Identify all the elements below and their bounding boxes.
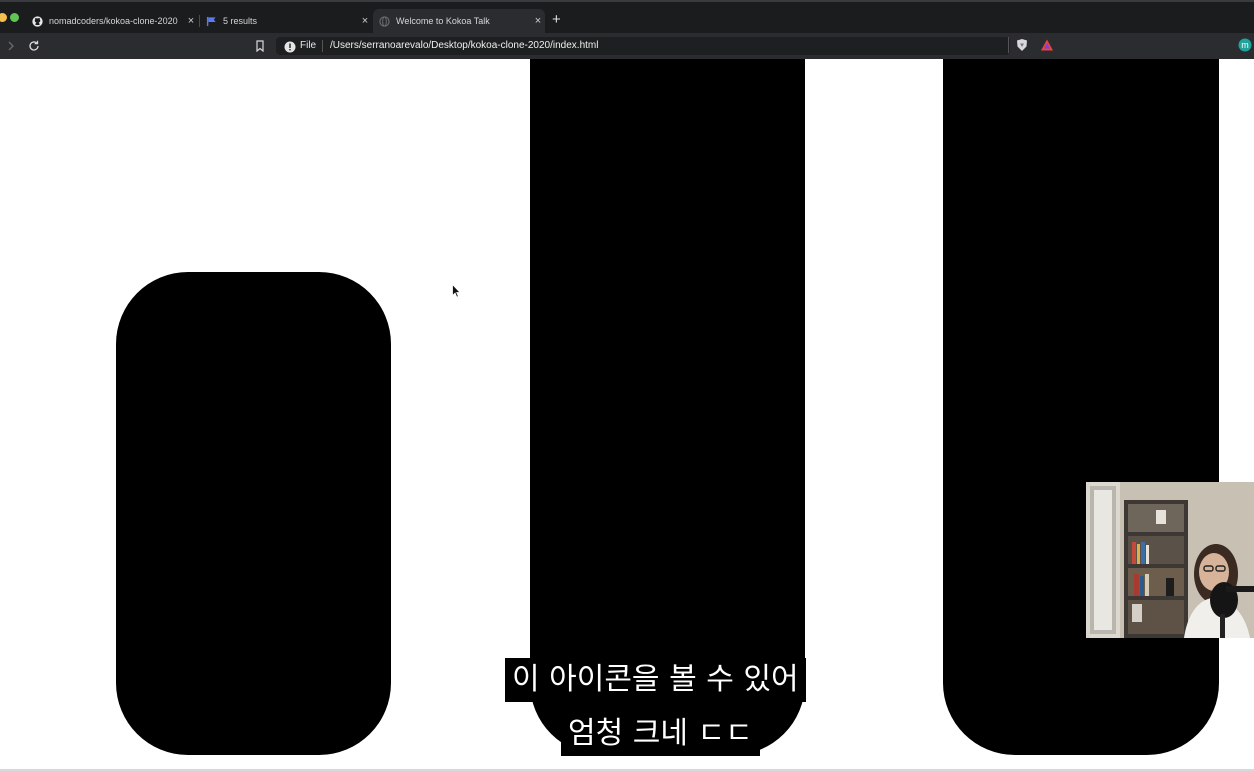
brave-shield-icon[interactable] [1015, 38, 1029, 52]
tab-title: 5 results [223, 16, 258, 26]
brave-rewards-icon[interactable] [1040, 38, 1054, 52]
tab-close-icon[interactable]: × [358, 15, 372, 27]
url-scheme-label: File [300, 40, 317, 51]
browser-toolbar: File /Users/serranoarevalo/Desktop/kokoa… [0, 33, 1254, 59]
mouse-pointer-icon [452, 283, 461, 303]
profile-avatar[interactable]: m [1238, 38, 1252, 52]
info-icon[interactable] [284, 40, 296, 53]
tab-results[interactable]: 5 results × [200, 9, 372, 33]
webcam-video-frame [1086, 482, 1254, 638]
tab-title: nomadcoders/kokoa-clone-2020 [49, 16, 178, 26]
globe-icon [379, 15, 390, 27]
subtitle-line-2: 엄청 크네 ㄷㄷ [561, 712, 760, 756]
zoom-window-button[interactable] [10, 13, 19, 22]
tab-github[interactable]: nomadcoders/kokoa-clone-2020 × [26, 9, 198, 33]
window-top-edge [0, 0, 1254, 2]
flag-icon [206, 16, 217, 27]
github-icon [32, 15, 43, 27]
subtitle-line-1: 이 아이콘을 볼 수 있어 [505, 658, 806, 702]
tab-title: Welcome to Kokoa Talk [396, 16, 490, 26]
black-rounded-block-middle [530, 59, 805, 755]
reload-icon[interactable] [26, 38, 42, 54]
url-text[interactable]: /Users/serranoarevalo/Desktop/kokoa-clon… [330, 40, 598, 51]
webcam-overlay [1086, 482, 1254, 638]
address-bar[interactable]: File /Users/serranoarevalo/Desktop/kokoa… [276, 37, 1010, 55]
tab-close-icon[interactable]: × [184, 15, 198, 27]
bookmark-icon[interactable] [252, 38, 268, 54]
tab-kokoa-talk[interactable]: Welcome to Kokoa Talk × [373, 9, 545, 33]
new-tab-button[interactable]: + [552, 12, 561, 27]
forward-icon[interactable] [3, 38, 19, 54]
url-divider [322, 40, 323, 52]
tab-strip: nomadcoders/kokoa-clone-2020 × 5 results… [0, 0, 1254, 33]
minimize-window-button[interactable] [0, 13, 7, 22]
black-rounded-block-left [116, 272, 391, 755]
toolbar-divider [1008, 37, 1009, 53]
black-rounded-block-right [943, 59, 1219, 755]
profile-initial: m [1241, 40, 1249, 50]
tab-close-icon[interactable]: × [531, 15, 545, 27]
